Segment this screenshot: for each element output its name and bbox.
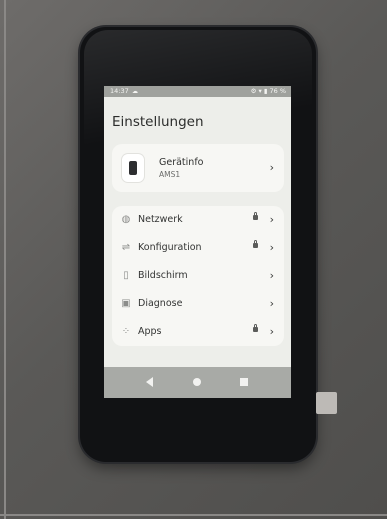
battery-percent: 76 % — [269, 87, 286, 95]
settings-menu: ◍ Netzwerk › ⇌ Konfiguration › ▯ Bildsch… — [112, 206, 284, 346]
chevron-right-icon: › — [269, 161, 274, 174]
page-title: Einstellungen — [112, 114, 204, 130]
chevron-right-icon: › — [269, 213, 274, 226]
status-time: 14:37 — [110, 87, 129, 95]
chevron-right-icon: › — [269, 241, 274, 254]
lock-icon — [253, 324, 258, 332]
photo-border-left — [4, 0, 6, 519]
lock-icon — [253, 240, 258, 248]
apps-grid-icon: ⁘ — [121, 326, 131, 337]
menu-item-label: Konfiguration — [138, 242, 202, 253]
home-icon[interactable] — [193, 378, 201, 386]
chevron-right-icon: › — [269, 269, 274, 282]
menu-item-konfiguration[interactable]: ⇌ Konfiguration › — [112, 234, 284, 262]
back-icon[interactable] — [146, 377, 153, 387]
recents-icon[interactable] — [240, 378, 248, 386]
menu-item-netzwerk[interactable]: ◍ Netzwerk › — [112, 206, 284, 234]
menu-item-diagnose[interactable]: ▣ Diagnose › — [112, 290, 284, 318]
menu-item-apps[interactable]: ⁘ Apps › — [112, 318, 284, 346]
diagnostics-icon: ▣ — [121, 298, 131, 309]
chevron-right-icon: › — [269, 297, 274, 310]
photo-scene: 14:37 ☁ ⚙ ▾ ▮ 76 % Einstellungen Gerätin… — [0, 0, 387, 519]
photo-border-bottom — [0, 514, 387, 516]
device-info-subtitle: AMS1 — [159, 170, 181, 179]
device-info-title: Gerätinfo — [159, 157, 204, 168]
status-bar: 14:37 ☁ ⚙ ▾ ▮ 76 % — [104, 86, 291, 97]
cloud-icon: ☁ — [132, 88, 138, 95]
protective-film-tab — [316, 392, 337, 414]
device-screen: 14:37 ☁ ⚙ ▾ ▮ 76 % Einstellungen Gerätin… — [104, 86, 291, 398]
menu-item-label: Apps — [138, 326, 162, 337]
globe-icon: ◍ — [121, 214, 131, 225]
menu-item-label: Bildschirm — [138, 270, 188, 281]
phone-icon — [122, 154, 144, 182]
navigation-bar — [104, 367, 291, 398]
signal-icon: ⚙ ▾ ▮ — [250, 87, 268, 95]
sliders-icon: ⇌ — [121, 242, 131, 253]
menu-item-label: Netzwerk — [138, 214, 183, 225]
menu-item-bildschirm[interactable]: ▯ Bildschirm › — [112, 262, 284, 290]
lock-icon — [253, 212, 258, 220]
display-icon: ▯ — [123, 270, 129, 281]
device-info-card[interactable]: Gerätinfo AMS1 › — [112, 144, 284, 192]
menu-item-label: Diagnose — [138, 298, 183, 309]
chevron-right-icon: › — [269, 325, 274, 338]
status-right: ⚙ ▾ ▮ 76 % — [251, 86, 286, 97]
